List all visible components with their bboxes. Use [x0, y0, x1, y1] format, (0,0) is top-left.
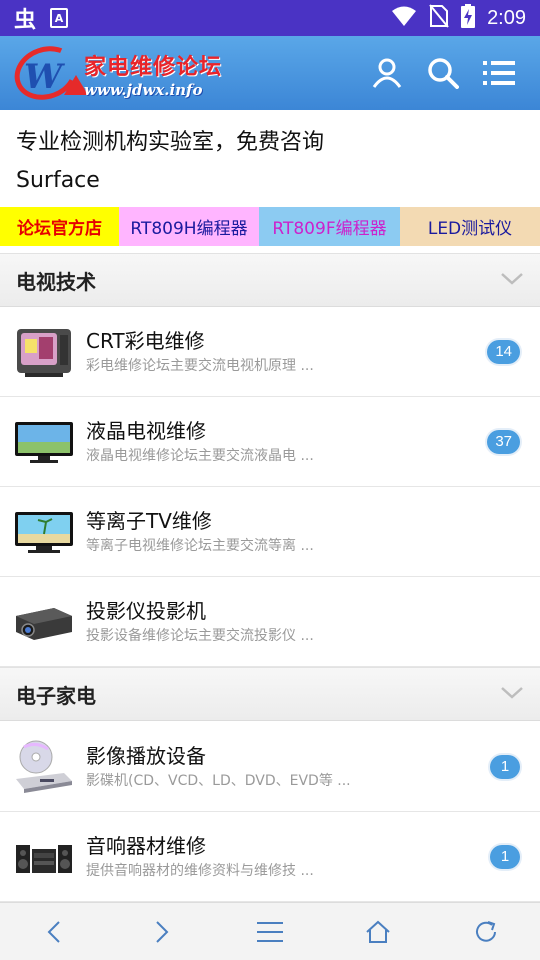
refresh-icon[interactable] — [466, 912, 506, 952]
projector-icon — [14, 592, 74, 652]
forum-row-video-player[interactable]: 影像播放设备 影碟机(CD、VCD、LD、DVD、EVD等 ... 1 — [0, 722, 540, 812]
user-icon[interactable] — [370, 56, 404, 90]
forum-row-stereo[interactable]: 音响器材维修 提供音响器材的维修资料与维修技 ... 1 — [0, 812, 540, 902]
forum-desc: 投影设备维修论坛主要交流投影仪 ... — [86, 627, 314, 644]
disc-player-icon — [14, 737, 74, 797]
chevron-down-icon[interactable] — [500, 271, 524, 290]
quick-link-rt809h[interactable]: RT809H编程器 — [119, 207, 259, 246]
notification-a-icon: A — [50, 8, 69, 28]
forum-row-plasma[interactable]: 等离子TV维修 等离子电视维修论坛主要交流等离 ... — [0, 487, 540, 577]
forum-desc: 液晶电视维修论坛主要交流液晶电 ... — [86, 447, 314, 464]
browser-bottom-nav — [0, 902, 540, 960]
bug-app-icon: 虫 — [14, 8, 37, 33]
post-count-badge: 1 — [490, 844, 520, 869]
forum-title: 投影仪投影机 — [86, 598, 206, 623]
section-header-tv[interactable]: 电视技术 — [0, 253, 540, 307]
forum-title: 影像播放设备 — [86, 743, 206, 768]
forum-title: 音响器材维修 — [86, 833, 206, 858]
forum-title: 液晶电视维修 — [86, 418, 206, 443]
logo-title: 家电维修论坛 — [84, 55, 223, 80]
forum-desc: 提供音响器材的维修资料与维修技 ... — [86, 862, 314, 879]
section-title: 电视技术 — [16, 269, 96, 294]
crt-tv-icon — [14, 322, 74, 382]
section-header-electronics[interactable]: 电子家电 — [0, 667, 540, 721]
logo-url: www.jdwx.info — [84, 81, 203, 99]
no-sim-icon — [429, 4, 449, 32]
forum-desc: 彩电维修论坛主要交流电视机原理 ... — [86, 357, 314, 374]
menu-icon[interactable] — [482, 56, 516, 90]
forum-row-crt[interactable]: CRT彩电维修 彩电维修论坛主要交流电视机原理 ... 14 — [0, 307, 540, 397]
section-title: 电子家电 — [16, 683, 96, 708]
ad-banner[interactable]: 专业检测机构实验室，免费咨询 Surface — [0, 118, 540, 202]
battery-charging-icon — [461, 4, 476, 32]
forum-row-projector[interactable]: 投影仪投影机 投影设备维修论坛主要交流投影仪 ... — [0, 577, 540, 667]
post-count-badge: 37 — [487, 429, 520, 454]
forum-title: 等离子TV维修 — [86, 508, 212, 533]
quick-link-official-store[interactable]: 论坛官方店 — [0, 207, 119, 246]
post-count-badge: 1 — [490, 754, 520, 779]
app-header: W 家电维修论坛 www.jdwx.info — [0, 36, 540, 110]
forum-row-lcd[interactable]: 液晶电视维修 液晶电视维修论坛主要交流液晶电 ... 37 — [0, 397, 540, 487]
clock: 2:09 — [487, 6, 526, 29]
lcd-tv-icon — [14, 412, 74, 472]
wifi-icon — [391, 5, 417, 31]
forum-title: CRT彩电维修 — [86, 328, 205, 353]
search-icon[interactable] — [426, 56, 460, 90]
back-icon[interactable] — [34, 912, 74, 952]
post-count-badge: 14 — [487, 339, 520, 364]
ad-line-1[interactable]: 专业检测机构实验室，免费咨询 — [16, 124, 524, 162]
quick-link-led-tester[interactable]: LED测试仪 — [400, 207, 540, 246]
menu-icon[interactable] — [250, 912, 290, 952]
quick-links: 论坛官方店 RT809H编程器 RT809F编程器 LED测试仪 — [0, 207, 540, 246]
stereo-icon — [14, 827, 74, 887]
logo-w-mark: W — [24, 57, 63, 97]
quick-link-rt809f[interactable]: RT809F编程器 — [259, 207, 400, 246]
home-icon[interactable] — [358, 912, 398, 952]
ad-line-2[interactable]: Surface — [16, 162, 524, 200]
chevron-down-icon[interactable] — [500, 685, 524, 704]
forum-desc: 等离子电视维修论坛主要交流等离 ... — [86, 537, 314, 554]
forum-desc: 影碟机(CD、VCD、LD、DVD、EVD等 ... — [86, 772, 351, 789]
site-logo[interactable]: W 家电维修论坛 www.jdwx.info — [7, 37, 223, 109]
status-bar: 虫 A 2:09 — [0, 0, 540, 36]
plasma-tv-icon — [14, 502, 74, 562]
forward-icon[interactable] — [142, 912, 182, 952]
